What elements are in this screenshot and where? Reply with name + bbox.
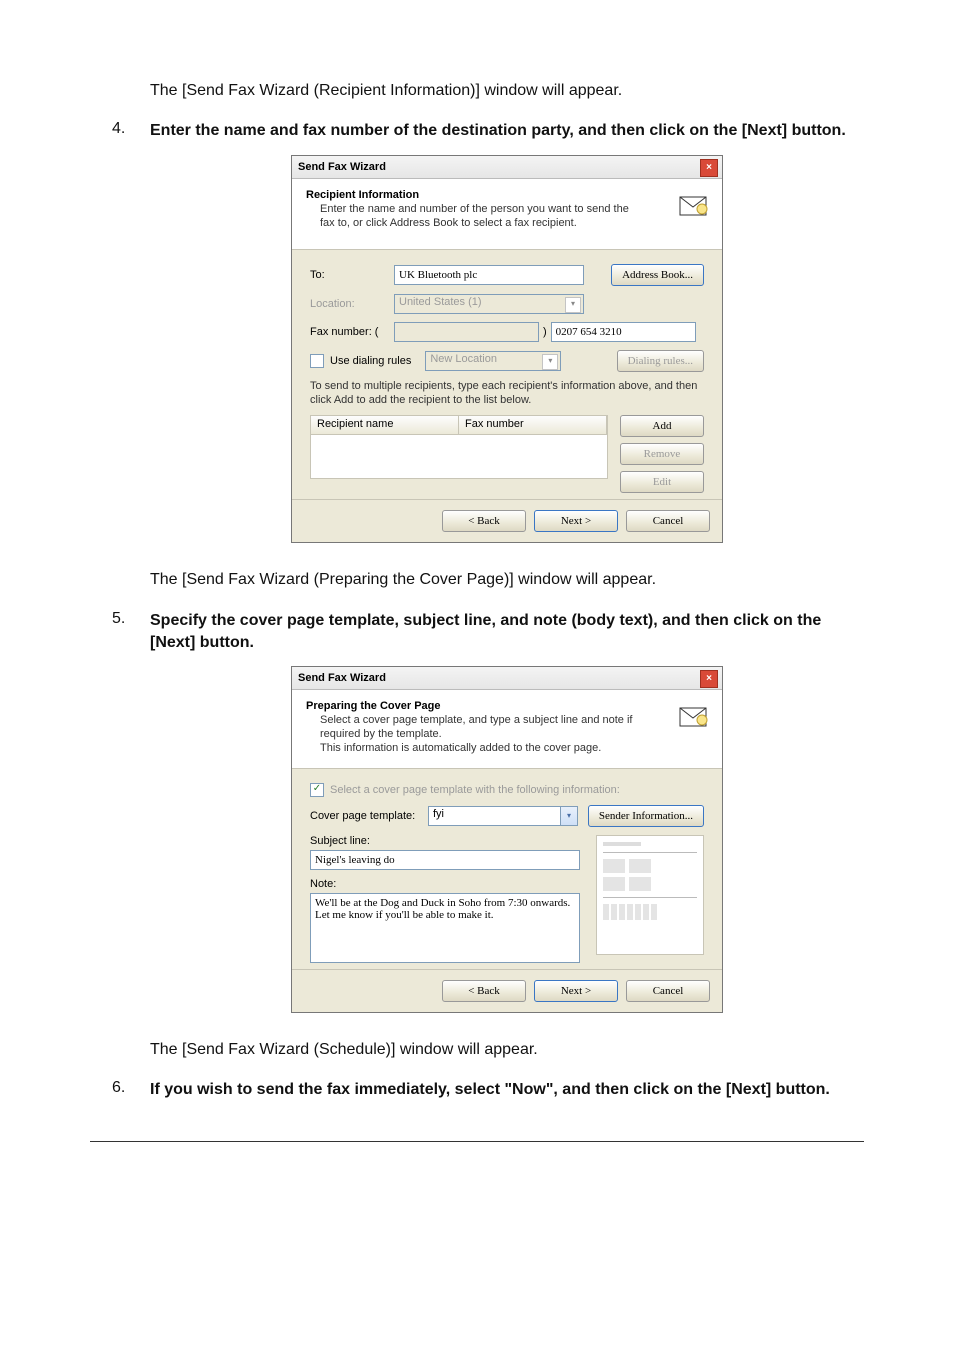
- fax-icon: [676, 700, 710, 734]
- multi-recipient-note: To send to multiple recipients, type eac…: [310, 380, 704, 408]
- wizard-body: To: Address Book... Location: United Sta…: [292, 250, 722, 500]
- send-fax-wizard-cover-page: Send Fax Wizard × Preparing the Cover Pa…: [291, 666, 723, 1012]
- wizard-heading: Recipient Information: [306, 189, 710, 201]
- column-recipient-name: Recipient name: [311, 416, 459, 434]
- cancel-button[interactable]: Cancel: [626, 980, 710, 1002]
- step-number: 6.: [112, 1079, 125, 1097]
- wizard-subheading: Select a cover page template, and type a…: [306, 714, 640, 755]
- fax-number-label: Fax number: (: [310, 326, 394, 338]
- fax-icon: [676, 189, 710, 223]
- paragraph: The [Send Fax Wizard (Recipient Informat…: [90, 80, 864, 102]
- wizard-header: Preparing the Cover Page Select a cover …: [292, 690, 722, 768]
- add-button[interactable]: Add: [620, 415, 704, 437]
- step-5: 5. Specify the cover page template, subj…: [90, 610, 864, 1013]
- recipient-list-header: Recipient name Fax number: [311, 416, 607, 435]
- wizard-body: Select a cover page template with the fo…: [292, 769, 722, 969]
- step-text: Enter the name and fax number of the des…: [150, 120, 864, 142]
- step-text: Specify the cover page template, subject…: [150, 610, 864, 655]
- step-number: 4.: [112, 120, 125, 138]
- chevron-down-icon: ▾: [542, 354, 558, 370]
- back-button[interactable]: < Back: [442, 980, 526, 1002]
- document-page: The [Send Fax Wizard (Recipient Informat…: [0, 0, 954, 1351]
- edit-button: Edit: [620, 471, 704, 493]
- template-value: fyi: [433, 808, 444, 820]
- window-title: Send Fax Wizard: [298, 161, 386, 173]
- dialing-rules-button: Dialing rules...: [617, 350, 704, 372]
- dialing-location-select: New Location ▾: [425, 351, 561, 371]
- fax-paren: ): [539, 326, 551, 338]
- use-dialing-rules-checkbox[interactable]: [310, 354, 324, 368]
- select-template-checkbox: [310, 783, 324, 797]
- close-icon[interactable]: ×: [700, 670, 718, 688]
- use-dialing-rules-label: Use dialing rules: [330, 355, 411, 367]
- recipient-list[interactable]: Recipient name Fax number: [310, 415, 608, 479]
- window-titlebar: Send Fax Wizard ×: [292, 156, 722, 179]
- wizard-heading: Preparing the Cover Page: [306, 700, 710, 712]
- address-book-button[interactable]: Address Book...: [611, 264, 704, 286]
- next-button[interactable]: Next >: [534, 510, 618, 532]
- paragraph: The [Send Fax Wizard (Preparing the Cove…: [90, 569, 864, 591]
- location-value: United States (1): [399, 296, 482, 308]
- close-icon[interactable]: ×: [700, 159, 718, 177]
- paragraph: The [Send Fax Wizard (Schedule)] window …: [90, 1039, 864, 1061]
- location-label: Location:: [310, 298, 394, 310]
- wizard-header: Recipient Information Enter the name and…: [292, 179, 722, 250]
- step-6: 6. If you wish to send the fax immediate…: [90, 1079, 864, 1101]
- back-button[interactable]: < Back: [442, 510, 526, 532]
- note-label: Note:: [310, 878, 584, 890]
- send-fax-wizard-recipient: Send Fax Wizard × Recipient Information …: [291, 155, 723, 544]
- step-4: 4. Enter the name and fax number of the …: [90, 120, 864, 543]
- sender-information-button[interactable]: Sender Information...: [588, 805, 704, 827]
- note-textarea[interactable]: We'll be at the Dog and Duck in Soho fro…: [310, 893, 580, 963]
- column-fax-number: Fax number: [459, 416, 607, 434]
- cover-page-preview: [596, 835, 704, 955]
- chevron-down-icon: ▾: [565, 297, 581, 313]
- step-text: If you wish to send the fax immediately,…: [150, 1079, 864, 1101]
- to-input[interactable]: [394, 265, 584, 285]
- template-label: Cover page template:: [310, 810, 428, 822]
- select-template-label: Select a cover page template with the fo…: [330, 784, 620, 796]
- location-select: United States (1) ▾: [394, 294, 584, 314]
- fax-number-input[interactable]: [551, 322, 696, 342]
- wizard-footer: < Back Next > Cancel: [292, 969, 722, 1012]
- wizard-subheading: Enter the name and number of the person …: [306, 203, 640, 231]
- template-select[interactable]: fyi ▾: [428, 806, 578, 826]
- fax-area-input: [394, 322, 539, 342]
- dialing-location-value: New Location: [430, 353, 497, 365]
- remove-button: Remove: [620, 443, 704, 465]
- window-titlebar: Send Fax Wizard ×: [292, 667, 722, 690]
- step-number: 5.: [112, 610, 125, 628]
- chevron-down-icon[interactable]: ▾: [560, 807, 577, 825]
- footer-rule: [90, 1141, 864, 1142]
- wizard-footer: < Back Next > Cancel: [292, 499, 722, 542]
- next-button[interactable]: Next >: [534, 980, 618, 1002]
- subject-label: Subject line:: [310, 835, 584, 847]
- cancel-button[interactable]: Cancel: [626, 510, 710, 532]
- window-title: Send Fax Wizard: [298, 672, 386, 684]
- to-label: To:: [310, 269, 394, 281]
- subject-input[interactable]: [310, 850, 580, 870]
